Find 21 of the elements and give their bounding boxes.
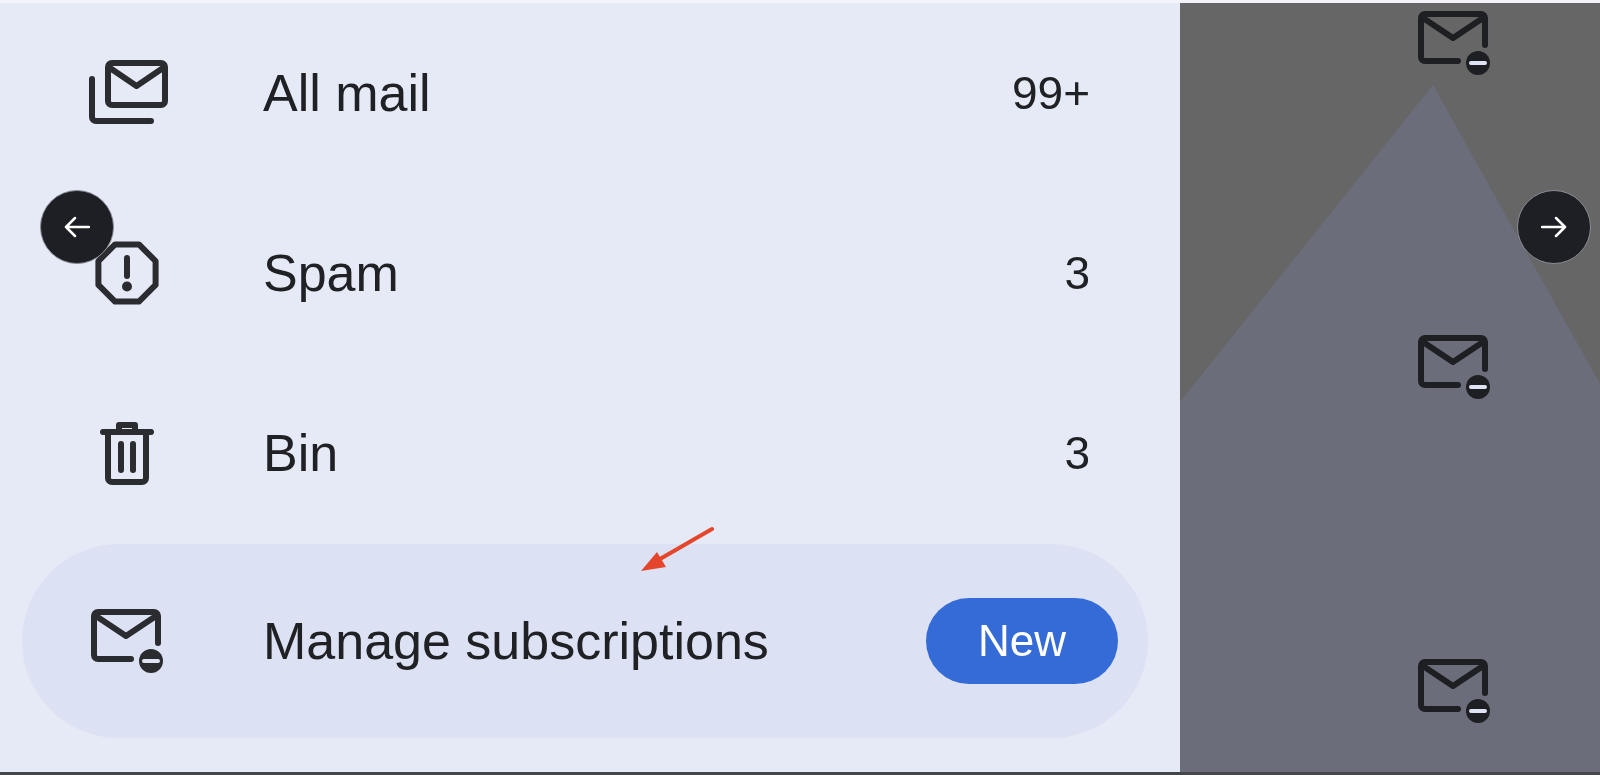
mail-minus-icon (1416, 9, 1492, 77)
nav-item[interactable]: Manage subscriptions New (22, 544, 1148, 738)
nav-label: Bin (263, 423, 340, 483)
arrow-right-icon (1541, 216, 1567, 238)
spam-icon (92, 238, 162, 308)
nav-item[interactable]: All mail 99+ (22, 3, 1148, 183)
nav-item[interactable]: Bin 3 (22, 363, 1148, 543)
mail-minus-icon (1416, 657, 1492, 725)
nav-label: Manage subscriptions (263, 611, 770, 671)
mail-minus-icon (1416, 333, 1492, 401)
nav-label: All mail (263, 63, 432, 123)
nav-label: Spam (263, 243, 400, 303)
new-badge: New (926, 598, 1118, 684)
trash-icon (99, 420, 155, 486)
mail-minus-icon (89, 607, 165, 675)
pointer-arrow-icon (638, 525, 714, 573)
arrow-left-icon (64, 216, 90, 238)
unread-count: 3 (1064, 426, 1090, 480)
unread-count: 3 (1064, 246, 1090, 300)
unread-count: 99+ (1011, 66, 1090, 120)
nav-item[interactable]: Spam 3 (22, 183, 1148, 363)
